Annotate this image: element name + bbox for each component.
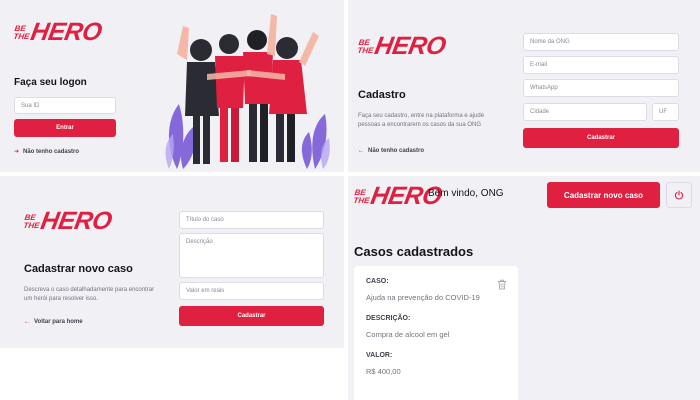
logo-line-2: THE — [352, 195, 371, 205]
uf-input[interactable]: UF — [652, 103, 679, 121]
page-title: Cadastrar novo caso — [24, 263, 133, 275]
value-label: VALOR: — [366, 352, 393, 359]
welcome-text: Bem vindo, ONG — [428, 188, 504, 199]
case-value: Ajuda na prevenção do COVID-19 — [366, 293, 480, 302]
log-in-icon: ➜ — [14, 149, 20, 155]
whatsapp-input[interactable]: WhatsApp — [523, 79, 679, 97]
profile-panel: BE THE HERO Bem vindo, ONG Cadastrar nov… — [348, 176, 700, 400]
create-case-button[interactable]: Cadastrar — [179, 306, 324, 326]
arrow-left-icon: ← — [24, 319, 30, 325]
delete-case-button[interactable] — [497, 277, 507, 290]
register-link[interactable]: ➜ Não tenho cadastro — [14, 148, 80, 156]
ong-name-input[interactable]: Nome da ONG — [523, 33, 679, 51]
id-input[interactable]: Sua ID — [14, 97, 116, 114]
logo-line-2: THE — [12, 31, 31, 41]
logo-line-2: THE — [22, 220, 41, 230]
logo-main: HERO — [372, 32, 448, 60]
logo-main: HERO — [38, 207, 114, 235]
power-icon — [674, 190, 684, 200]
logo: BE THE HERO — [22, 207, 114, 236]
register-panel: BE THE HERO Cadastro Faça seu cadastro, … — [348, 0, 700, 172]
section-title: Casos cadastrados — [354, 244, 474, 259]
logo-main: HERO — [28, 18, 104, 46]
login-button[interactable]: Entrar — [14, 119, 116, 137]
logon-panel: BE THE HERO Faça seu logon Sua ID Entrar… — [0, 0, 344, 172]
case-label: CASO: — [366, 278, 389, 285]
page-title: Cadastro — [358, 89, 406, 101]
logo-line-2: THE — [356, 45, 375, 55]
case-value-input[interactable]: Valor em reais — [179, 282, 324, 300]
back-link-label: Não tenho cadastro — [368, 148, 425, 154]
logo: BE THE HERO — [356, 32, 448, 61]
description-value: Compra de alcool em gel — [366, 330, 450, 339]
arrow-left-icon: ← — [358, 148, 364, 154]
back-home-link[interactable]: ← Voltar para home — [24, 319, 83, 325]
page-description: Descreva o caso detalhadamente para enco… — [24, 287, 155, 302]
email-input[interactable]: E-mail — [523, 56, 679, 74]
case-description-textarea[interactable]: Descrição — [179, 233, 324, 278]
back-home-link-label: Voltar para home — [34, 319, 83, 325]
case-title-input[interactable]: Título do caso — [179, 211, 324, 229]
register-button[interactable]: Cadastrar — [523, 128, 679, 148]
new-case-button[interactable]: Cadastrar novo caso — [547, 182, 660, 208]
register-link-label: Não tenho cadastro — [23, 148, 80, 155]
back-link[interactable]: ← Não tenho cadastro — [358, 148, 424, 154]
case-card: CASO: Ajuda na prevenção do COVID-19 DES… — [354, 266, 518, 400]
logout-button[interactable] — [666, 182, 692, 208]
new-incident-panel: BE THE HERO Cadastrar novo caso Descreva… — [0, 176, 344, 348]
description-label: DESCRIÇÃO: — [366, 315, 411, 322]
logo: BE THE HERO — [12, 18, 104, 47]
city-input[interactable]: Cidade — [523, 103, 647, 121]
heroes-illustration — [165, 14, 330, 169]
trash-icon — [498, 279, 506, 290]
page-description: Faça seu cadastro, entre na plataforma e… — [358, 113, 485, 128]
page-title: Faça seu logon — [14, 77, 87, 88]
price-value: R$ 400,00 — [366, 367, 401, 376]
